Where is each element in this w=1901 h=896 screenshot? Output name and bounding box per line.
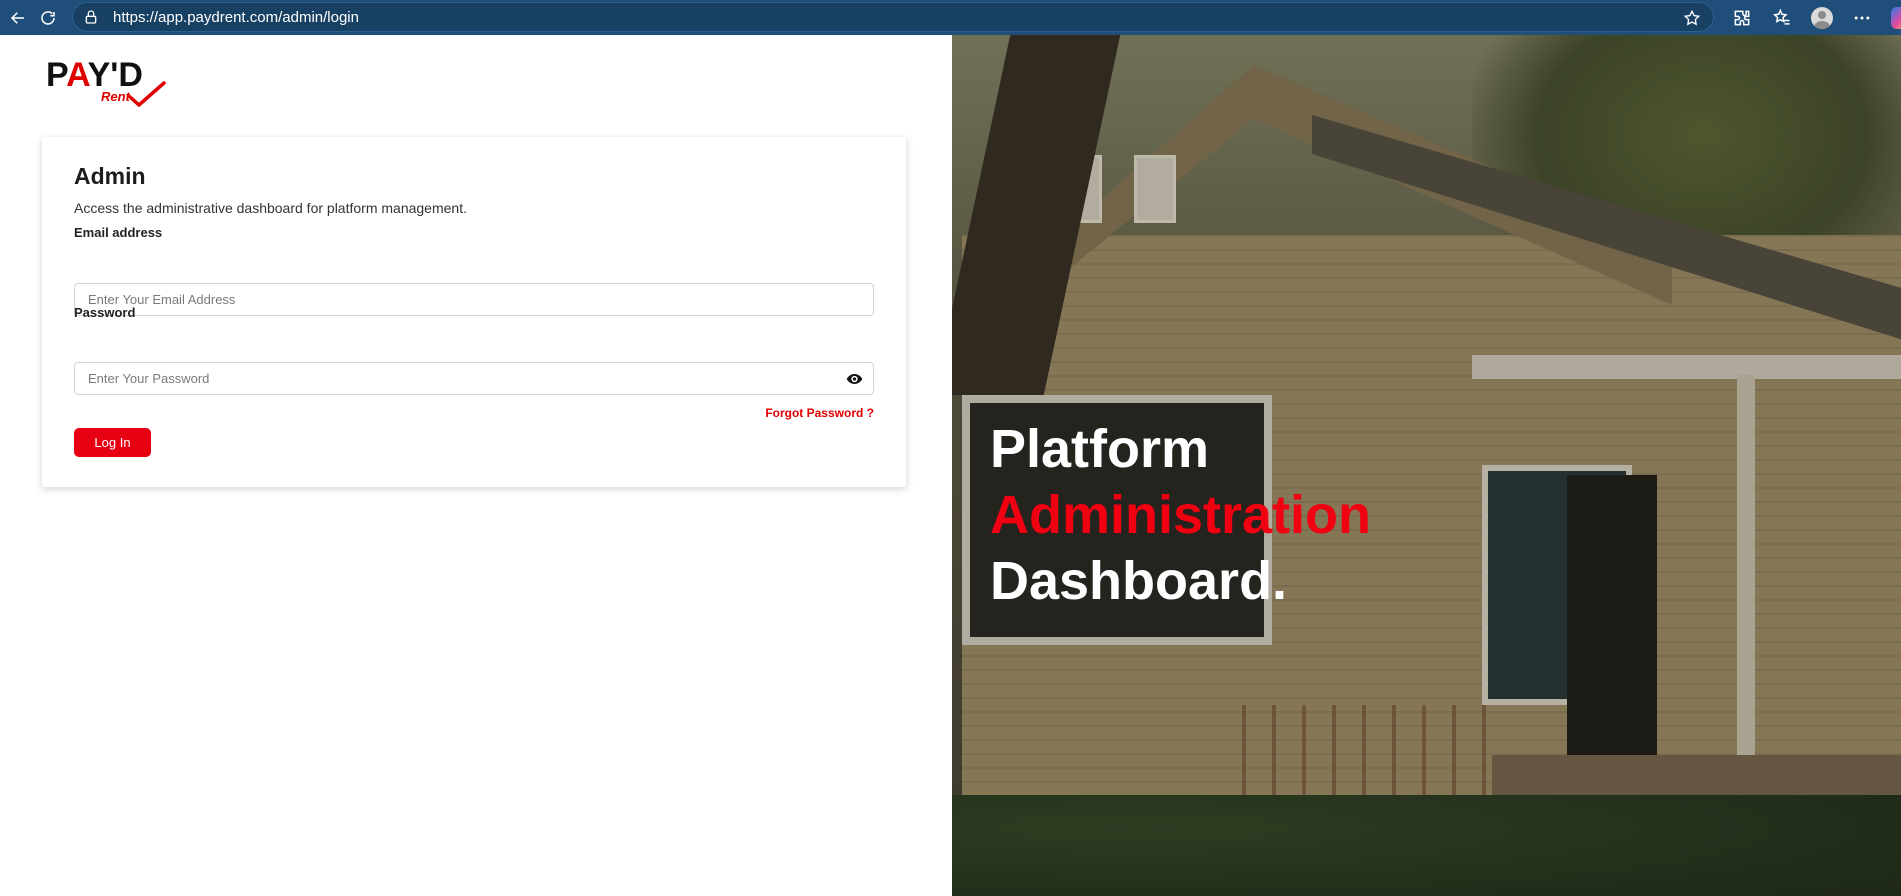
paydrent-logo[interactable]: PAY'D Rent [46,55,166,107]
eye-icon[interactable] [846,372,863,386]
profile-button[interactable] [1802,0,1842,35]
copilot-button[interactable] [1882,0,1901,35]
page-title: Admin [74,163,146,189]
password-placeholder: Enter Your Password [88,371,210,386]
address-bar[interactable]: https://app.paydrent.com/admin/login [72,2,1714,32]
logo-text-p: P [46,56,67,94]
favorites-icon [1772,8,1790,25]
hero-line-1: Platform [990,419,1210,479]
copilot-icon [1891,6,1901,29]
back-arrow-icon [10,11,24,24]
profile-avatar [1811,6,1833,29]
password-label: Password [74,305,136,320]
password-field[interactable]: Enter Your Password [74,362,874,395]
email-label: Email address [74,225,163,240]
email-field[interactable]: Enter Your Email Address [74,283,874,316]
login-button[interactable]: Log In [74,428,151,457]
login-card: Admin Access the administrative dashboar… [42,137,906,487]
url-text: https://app.paydrent.com/admin/login [113,8,359,26]
more-button[interactable] [1842,0,1882,35]
hero-line-3: Dashboard. [990,551,1288,611]
hero-heading: Platform Administration Dashboard. [990,416,1371,614]
more-icon [1854,16,1870,19]
page-subtitle: Access the administrative dashboard for … [74,200,467,216]
favorites-button[interactable] [1762,0,1802,35]
checkmark-icon [128,81,166,107]
hero-line-2: Administration [990,485,1372,545]
refresh-button[interactable] [30,0,66,35]
star-icon[interactable] [1683,9,1701,27]
refresh-icon [41,10,55,25]
extensions-button[interactable] [1722,0,1762,35]
extensions-icon [1734,10,1750,25]
logo-text-a: A [66,56,88,94]
hero-panel: Platform Administration Dashboard. [952,35,1901,896]
browser-toolbar: https://app.paydrent.com/admin/login [0,0,1901,35]
login-panel: PAY'D Rent Admin Access the administrati… [0,35,952,896]
lock-icon [85,10,97,24]
forgot-password-link[interactable]: Forgot Password ? [765,406,874,420]
